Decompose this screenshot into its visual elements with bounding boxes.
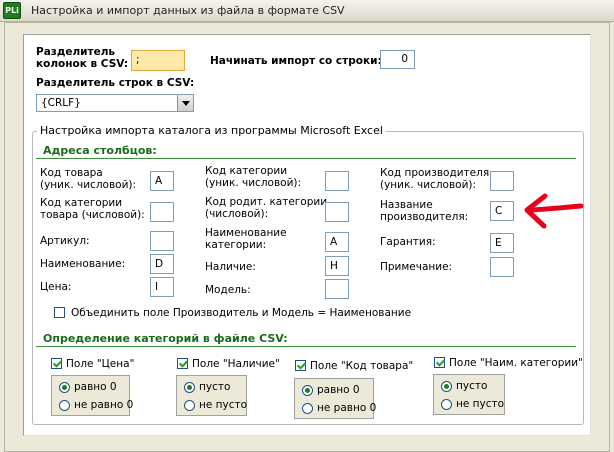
product-cat-code-label-l1: Код категории (40, 197, 123, 209)
mfr-code-input[interactable] (490, 171, 514, 191)
cat-name-not-empty-radio[interactable] (441, 399, 452, 410)
title-bar[interactable]: PLi Настройка и импорт данных из файла в… (0, 0, 614, 22)
cat-name-group-options: пусто не пусто (433, 374, 505, 415)
product-code-group-checkbox[interactable] (295, 360, 306, 371)
row-sep-label: Разделитель строк в CSV: (36, 77, 195, 89)
price-label: Цена: (40, 281, 72, 293)
price-not-equal-zero-label: не равно 0 (74, 399, 134, 411)
warranty-label: Гарантия: (380, 236, 436, 248)
chevron-down-icon[interactable] (177, 95, 193, 111)
price-group-checkbox[interactable] (51, 358, 62, 369)
mfr-name-input[interactable]: C (490, 201, 514, 221)
product-cat-code-input[interactable] (150, 202, 174, 222)
parent-cat-label-l2: (числовой): (205, 208, 269, 220)
availability-input[interactable]: H (325, 256, 349, 276)
product-code-label-l1: Код товара (40, 167, 103, 179)
cat-name-group-checkbox[interactable] (434, 357, 445, 368)
mfr-name-label-l1: Название (380, 199, 433, 211)
availability-not-empty-radio[interactable] (184, 400, 195, 411)
product-code-input[interactable]: A (150, 171, 174, 191)
name-input[interactable]: D (150, 254, 174, 274)
app-icon: PLi (3, 2, 21, 19)
product-code-equal-zero-label: равно 0 (317, 384, 360, 396)
cat-name-not-empty-label: не пусто (456, 398, 505, 410)
availability-group-title: Поле "Наличие" (192, 358, 280, 370)
product-code-not-equal-zero-label: не равно 0 (317, 402, 377, 414)
merge-checkbox[interactable] (54, 307, 65, 318)
row-separator-value: {CRLF} (41, 97, 81, 109)
col-separator-input[interactable]: ; (131, 50, 185, 71)
cat-name-group-title: Поле "Наим. категории" (449, 357, 583, 369)
availability-group-options: пусто не пусто (176, 375, 247, 416)
cat-name-label-l2: категории: (205, 239, 267, 251)
product-code-equal-zero-radio[interactable] (302, 385, 313, 396)
availability-not-empty-label: не пусто (199, 399, 248, 411)
parent-cat-input[interactable] (325, 202, 349, 222)
availability-group-checkbox[interactable] (177, 358, 188, 369)
availability-label: Наличие: (205, 261, 256, 273)
mfr-code-label-l2: (уник. числовой): (380, 179, 477, 191)
product-code-not-equal-zero-radio[interactable] (302, 403, 313, 414)
start-row-label: Начинать импорт со строки: (210, 55, 382, 67)
price-not-equal-zero-radio[interactable] (59, 400, 70, 411)
mfr-name-label-l2: производителя: (380, 211, 469, 223)
article-label: Артикул: (40, 235, 90, 247)
cat-name-label-l1: Наименование (205, 227, 287, 239)
product-code-label-l2: (уник. числовой): (40, 179, 137, 191)
cat-code-input[interactable] (325, 171, 349, 191)
merge-label: Объединить поле Производитель и Модель =… (71, 307, 412, 319)
window-title: Настройка и импорт данных из файла в фор… (31, 4, 345, 17)
row-separator-select[interactable]: {CRLF} (36, 94, 194, 112)
mfr-code-label-l1: Код производителя (380, 167, 490, 179)
col-sep-label-line1: Разделитель (36, 46, 116, 58)
parent-cat-label-l1: Код родит. категории (205, 196, 328, 208)
price-equal-zero-radio[interactable] (59, 382, 70, 393)
cat-code-label-l1: Код категории (205, 165, 288, 177)
note-input[interactable] (490, 257, 514, 277)
model-input[interactable] (325, 279, 349, 299)
category-section-title: Определение категорий в файле CSV: (43, 332, 288, 345)
product-code-group-options: равно 0 не равно 0 (294, 378, 377, 419)
product-code-group-title: Поле "Код товара" (310, 360, 414, 372)
note-label: Примечание: (380, 261, 453, 273)
warranty-input[interactable]: E (490, 233, 514, 253)
excel-group-title: Настройка импорта каталога из программы … (37, 124, 386, 137)
availability-empty-radio[interactable] (184, 382, 195, 393)
settings-panel: Разделитель колонок в CSV: ; Начинать им… (23, 34, 591, 436)
red-arrow-annotation (524, 193, 584, 229)
cat-name-input[interactable]: A (325, 232, 349, 252)
model-label: Модель: (205, 284, 251, 296)
price-group-options: равно 0 не равно 0 (51, 375, 134, 416)
article-input[interactable] (150, 231, 174, 251)
category-section-divider (36, 346, 576, 347)
start-row-input[interactable]: 0 (380, 50, 415, 69)
columns-section-title: Адреса столбцов: (43, 144, 157, 157)
cat-code-label-l2: (уник. числовой): (205, 177, 302, 189)
cat-name-empty-radio[interactable] (441, 381, 452, 392)
price-input[interactable]: I (150, 277, 174, 297)
col-sep-label-line2: колонок в CSV: (36, 58, 129, 70)
product-cat-code-label-l2: товара (числовой): (40, 209, 145, 221)
cat-name-empty-label: пусто (456, 380, 488, 392)
price-equal-zero-label: равно 0 (74, 381, 117, 393)
price-group-title: Поле "Цена" (66, 358, 135, 370)
name-label: Наименование: (40, 258, 126, 270)
columns-section-divider (36, 158, 576, 159)
availability-empty-label: пусто (199, 381, 231, 393)
